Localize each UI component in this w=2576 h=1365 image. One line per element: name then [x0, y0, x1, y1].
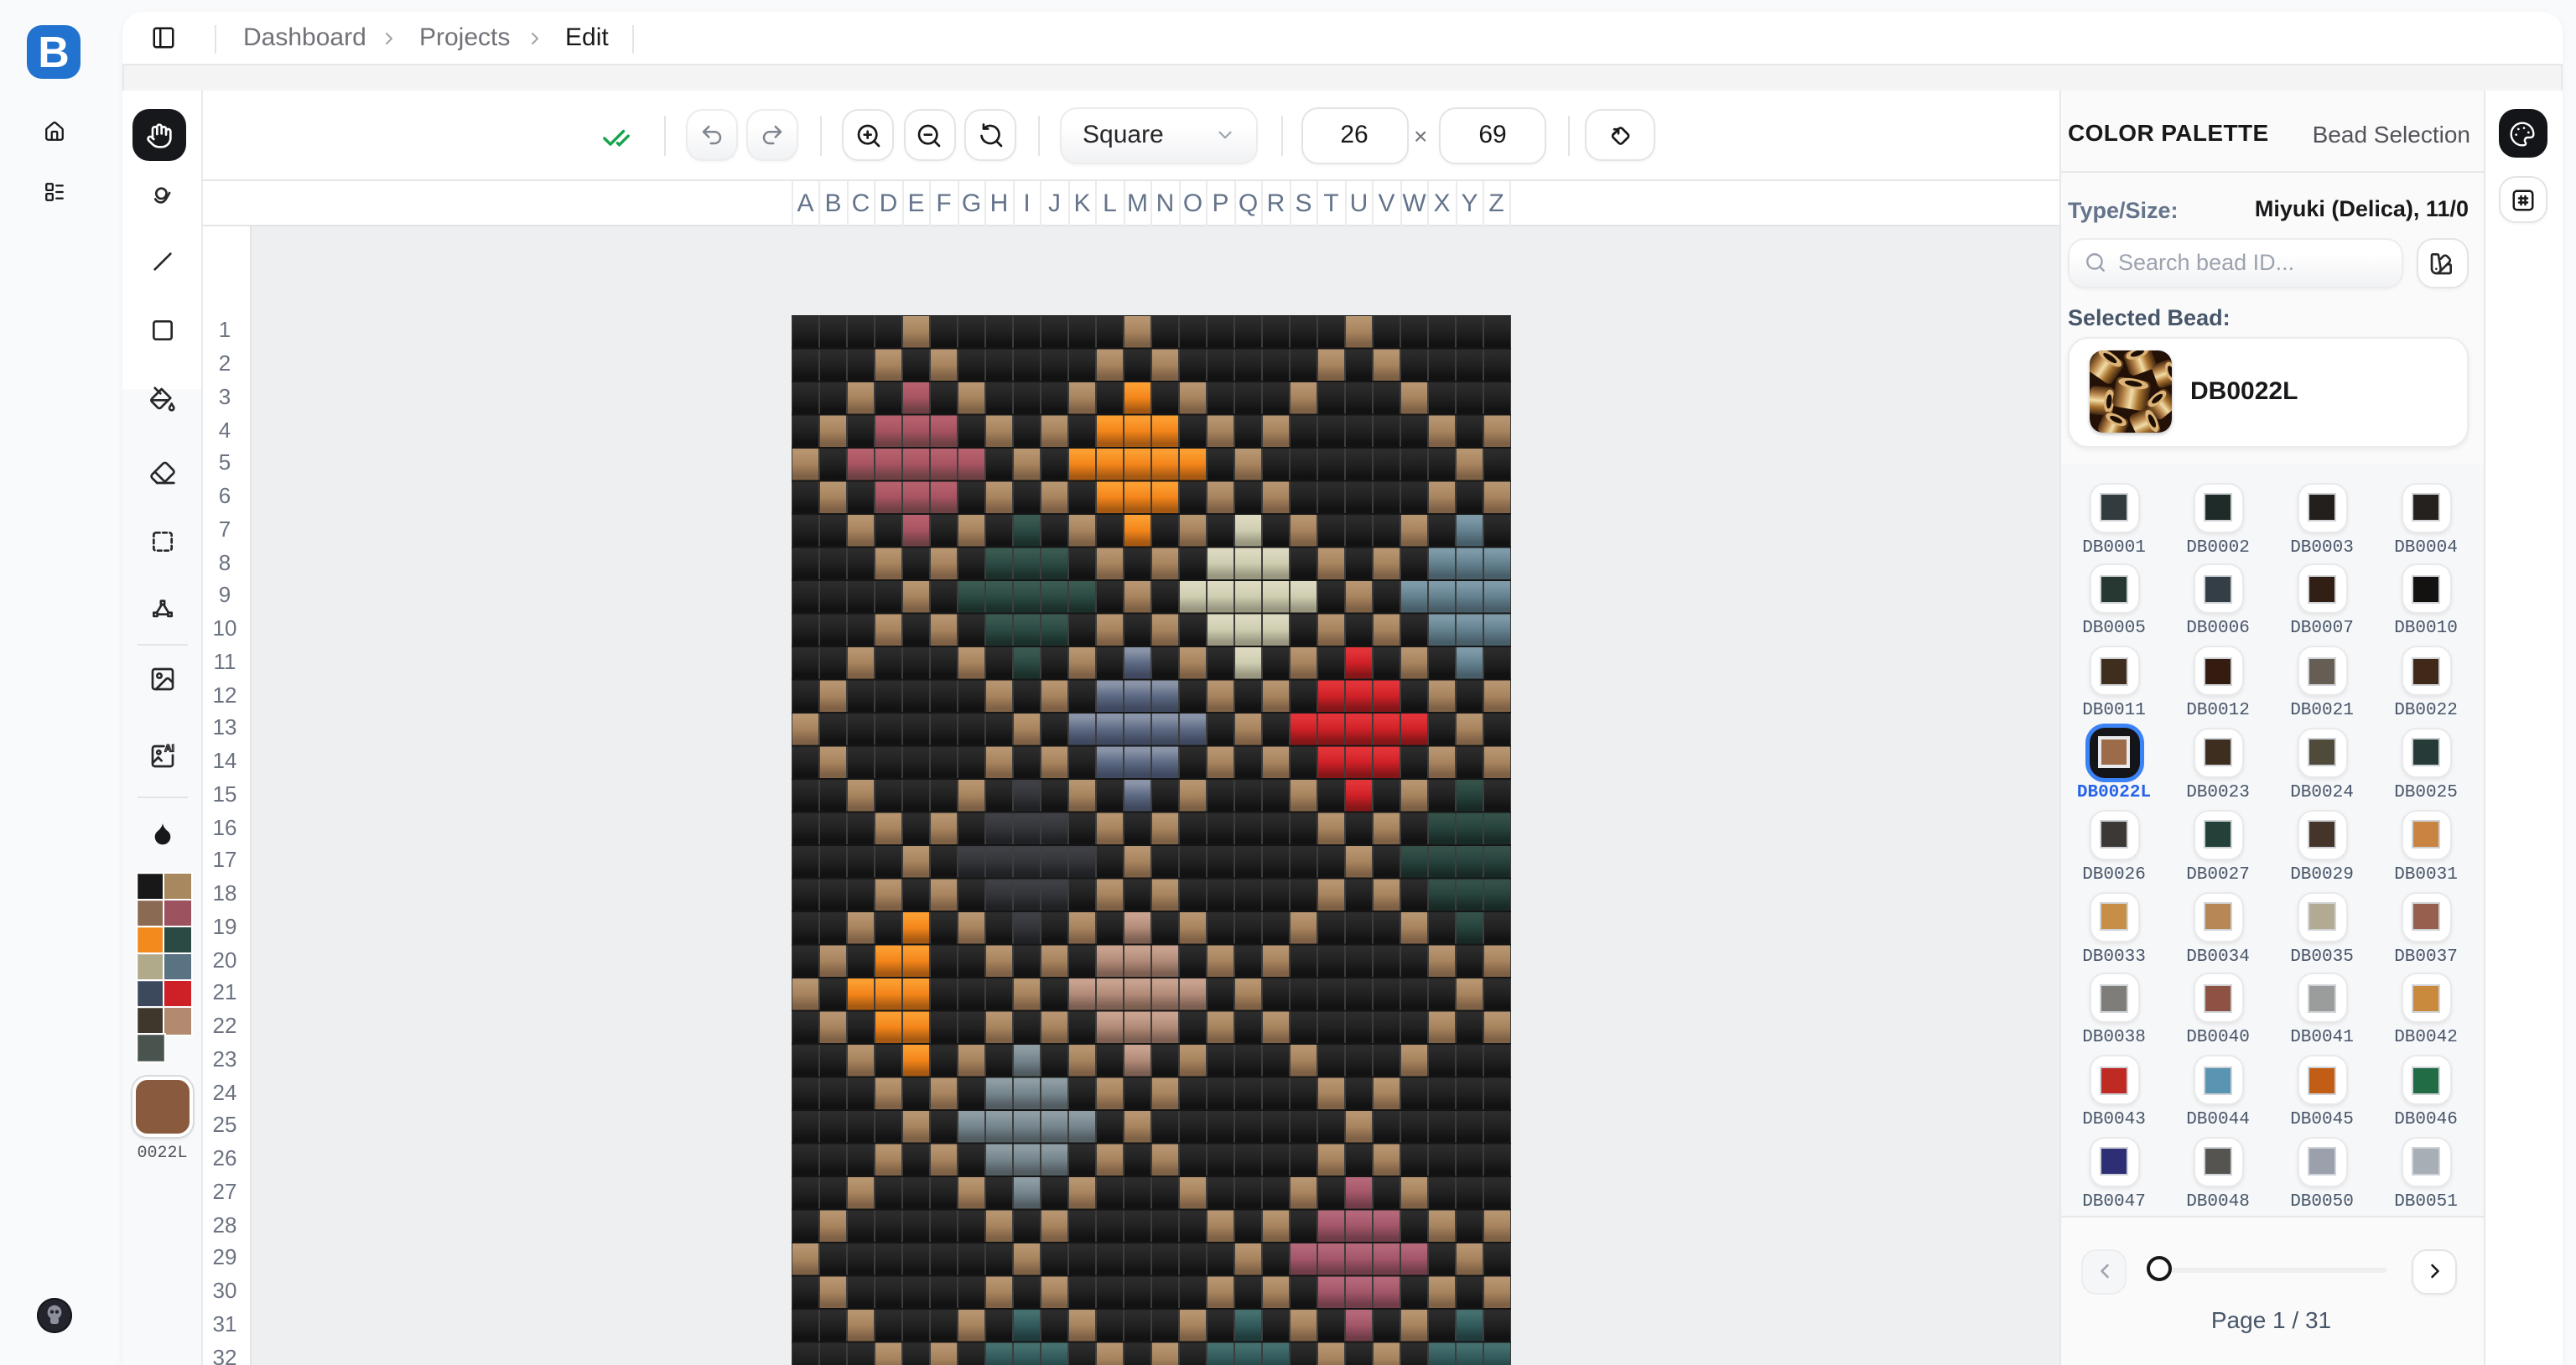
svg-text:AI: AI	[164, 743, 174, 755]
